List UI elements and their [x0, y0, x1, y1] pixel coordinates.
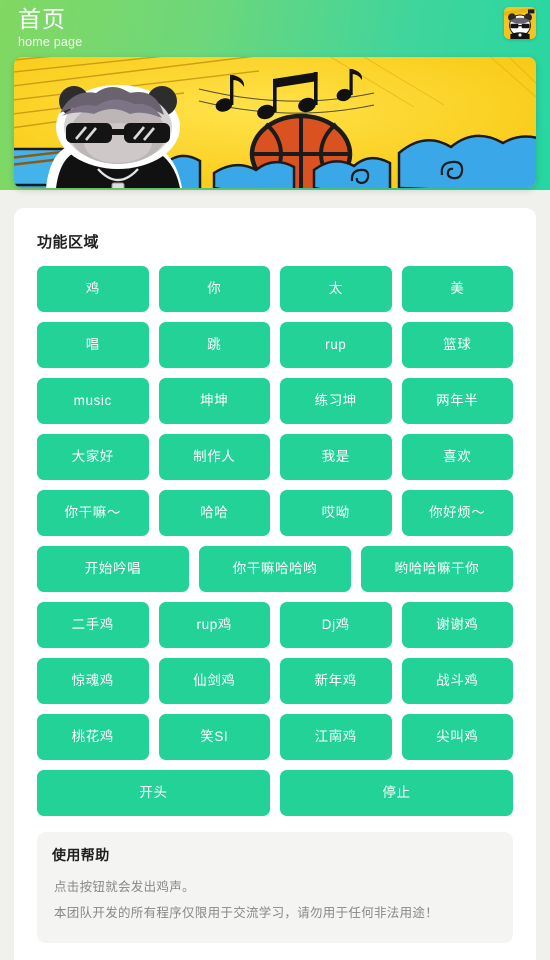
function-button[interactable]: 练习坤 [280, 378, 392, 424]
function-button[interactable]: 跳 [158, 322, 270, 368]
function-button[interactable]: 两年半 [401, 378, 513, 424]
function-button[interactable]: 坤坤 [158, 378, 270, 424]
function-button[interactable]: 笑SI [158, 714, 270, 760]
function-button[interactable]: 开始吟唱 [37, 546, 189, 592]
help-title: 使用帮助 [52, 847, 110, 863]
function-button[interactable]: 太 [280, 266, 392, 312]
hero-banner[interactable] [14, 57, 536, 188]
help-text-line: 本团队开发的所有程序仅限用于交流学习，请勿用于任何非法用途！ [54, 906, 439, 920]
panda-avatar-icon[interactable] [504, 7, 536, 39]
function-button[interactable]: 喜欢 [401, 434, 513, 480]
function-button[interactable]: 我是 [280, 434, 392, 480]
function-button[interactable]: 新年鸡 [280, 658, 392, 704]
help-body: 点击按钮就会发出鸡声。本团队开发的所有程序仅限用于交流学习，请勿用于任何非法用途… [52, 874, 498, 926]
function-button[interactable]: Dj鸡 [280, 602, 392, 648]
function-button[interactable]: 哈哈 [158, 490, 270, 536]
function-button[interactable]: 你 [158, 266, 270, 312]
function-button[interactable]: 惊魂鸡 [37, 658, 149, 704]
function-button[interactable]: 停止 [280, 770, 513, 816]
function-button[interactable]: 哎呦 [280, 490, 392, 536]
function-button[interactable]: 你好烦～ [401, 490, 513, 536]
function-button[interactable]: 鸡 [37, 266, 149, 312]
page-subtitle: home page [18, 35, 83, 49]
function-button[interactable]: 谢谢鸡 [401, 602, 513, 648]
function-button[interactable]: 篮球 [401, 322, 513, 368]
help-text-line: 点击按钮就会发出鸡声。 [54, 880, 195, 894]
function-button[interactable]: 美 [401, 266, 513, 312]
function-button[interactable]: 唱 [37, 322, 149, 368]
function-button[interactable]: 仙剑鸡 [158, 658, 270, 704]
page-title: 首页 [18, 6, 66, 32]
function-button[interactable]: 你干嘛哈哈哟 [198, 546, 351, 592]
function-button[interactable]: 桃花鸡 [37, 714, 149, 760]
function-button[interactable]: 你干嘛～ [37, 490, 149, 536]
function-button[interactable]: 开头 [37, 770, 270, 816]
function-card: 功能区域 鸡你太美唱跳 rup 篮球 music 坤坤 练习坤 两年半大家好 制作人 我是 喜欢你… [14, 208, 536, 960]
header-title-group: 首页 home page [18, 5, 82, 51]
function-button[interactable]: 战斗鸡 [401, 658, 513, 704]
function-button[interactable]: rup [280, 322, 392, 368]
function-button[interactable]: 制作人 [158, 434, 270, 480]
function-button[interactable]: 二手鸡 [37, 602, 149, 648]
function-button[interactable]: music [37, 378, 149, 424]
function-button[interactable]: 江南鸡 [280, 714, 392, 760]
function-button-grid: 鸡你太美唱跳 rup 篮球 music 坤坤 练习坤 两年半大家好 制作人 我是 喜欢你干嘛～ 哈哈… [37, 266, 513, 816]
function-button[interactable]: 哟哈哈嘛干你 [360, 546, 513, 592]
function-button[interactable]: 尖叫鸡 [401, 714, 513, 760]
section-title: 功能区域 [37, 234, 100, 251]
function-button[interactable]: rup鸡 [158, 602, 270, 648]
help-panel: 使用帮助 点击按钮就会发出鸡声。本团队开发的所有程序仅限用于交流学习，请勿用于任… [37, 832, 513, 943]
function-button[interactable]: 大家好 [37, 434, 149, 480]
